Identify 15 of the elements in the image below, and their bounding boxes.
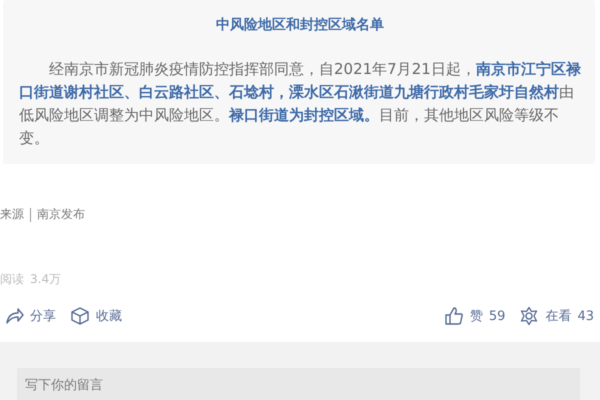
source-name: 南京发布 bbox=[37, 206, 85, 223]
watching-icon bbox=[519, 306, 540, 326]
article-paragraph: 经南京市新冠肺炎疫情防控指挥部同意，自2021年7月21日起，南京市江宁区禄口街道谢村社区、白云路社区、石埝村，溧水区石湫街道九塘行政村毛家圩自然村由低风险地区调整为中风险地区。禄口街道为封控区域。目前，其他地区风险等级不变。 bbox=[19, 59, 581, 149]
read-count: 3.4万 bbox=[30, 271, 62, 288]
source-label: 来源 bbox=[0, 206, 24, 223]
favorite-button[interactable]: 收藏 bbox=[70, 306, 122, 326]
comment-field[interactable]: 写下你的留言 bbox=[17, 368, 580, 400]
share-icon bbox=[4, 306, 24, 326]
watching-button[interactable]: 在看 43 bbox=[519, 306, 594, 326]
like-icon bbox=[444, 306, 464, 326]
share-button[interactable]: 分享 bbox=[4, 306, 56, 326]
like-button[interactable]: 赞 59 bbox=[444, 306, 506, 326]
favorite-icon bbox=[70, 306, 90, 326]
read-label: 阅读 bbox=[0, 271, 24, 288]
article-title: 中风险地区和封控区域名单 bbox=[215, 16, 385, 34]
